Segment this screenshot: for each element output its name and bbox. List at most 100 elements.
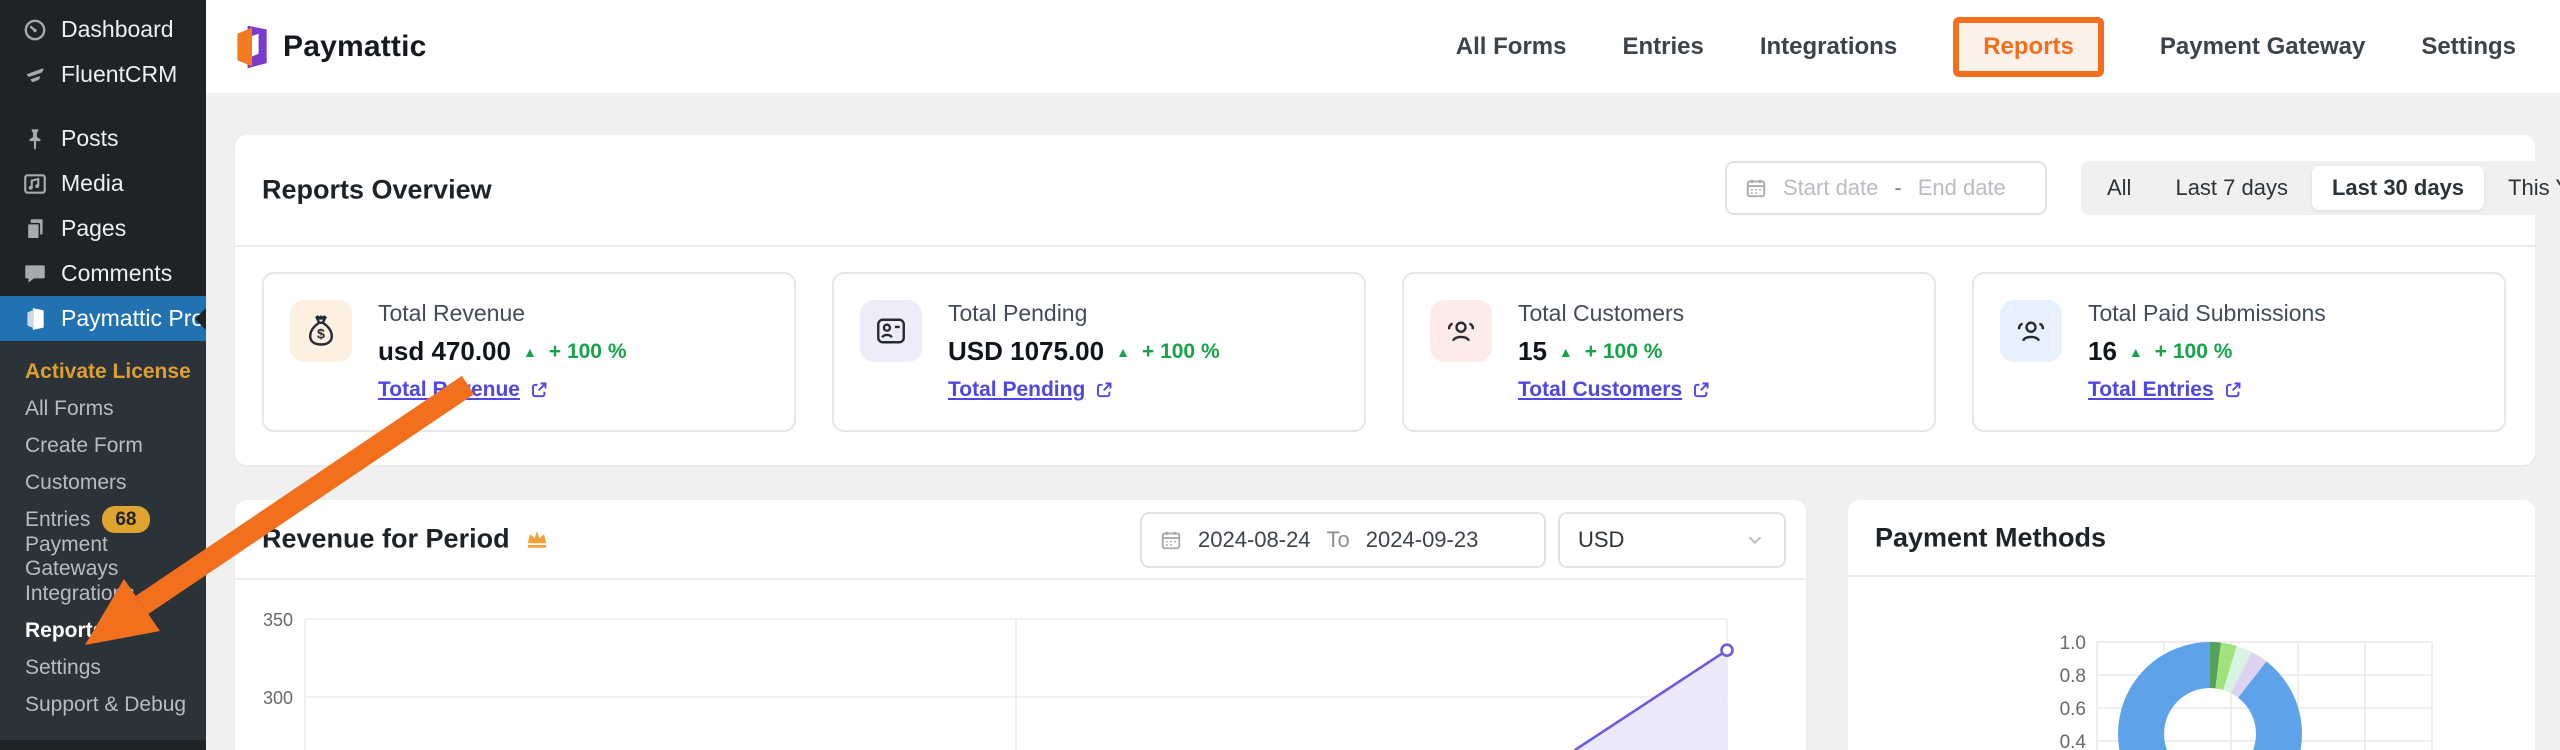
revenue-date-range-input[interactable]: 2024-08-24 To 2024-09-23 (1140, 512, 1546, 568)
range-button-this-year[interactable]: This Year (2488, 166, 2560, 210)
stat-link-total-customers[interactable]: Total Customers (1518, 378, 1711, 402)
sidebar-item-customers[interactable]: Customers (0, 464, 206, 501)
trend-up-icon: ▲ (1116, 343, 1130, 360)
sidebar-item-paymattic-pro[interactable]: Paymattic Pro (0, 296, 206, 341)
stat-content: Total Revenue usd 470.00 ▲ + 100 % Total… (378, 300, 627, 404)
submenu-label: Payment Gateways (25, 532, 119, 580)
sidebar-item-support-debug[interactable]: Support & Debug (0, 686, 206, 723)
trend-up-icon: ▲ (2128, 343, 2143, 360)
stat-link-label: Total Pending (948, 378, 1086, 401)
svg-text:$: $ (317, 327, 325, 343)
paymattic-reports-page: Dashboard FluentCRM Posts Media Pages Co… (0, 0, 2560, 750)
sidebar-item-comments[interactable]: Comments (0, 251, 206, 296)
sidebar-item-dashboard[interactable]: Dashboard (0, 7, 206, 52)
money-bag-icon: $ (290, 300, 352, 362)
tab-reports[interactable]: Reports (1953, 16, 2104, 77)
payment-methods-title: Payment Methods (1875, 522, 2107, 552)
sidebar-item-payment-gateways[interactable]: Payment Gateways (0, 533, 206, 580)
tab-all-forms[interactable]: All Forms (1456, 33, 1567, 61)
overview-header: Reports Overview Start date - End date A… (235, 135, 2560, 247)
start-date-placeholder: Start date (1783, 175, 1879, 200)
stat-change: + 100 % (548, 339, 627, 363)
date-to-label: To (1326, 527, 1350, 552)
stat-content: Total Pending USD 1075.00 ▲ + 100 % Tota… (948, 300, 1220, 404)
svg-text:0.4: 0.4 (2060, 732, 2087, 750)
pages-icon (26, 218, 43, 240)
sidebar-item-posts[interactable]: Posts (0, 116, 206, 161)
trend-up-icon: ▲ (522, 343, 537, 360)
sidebar-item-label: Pages (61, 215, 127, 241)
stat-value: USD 1075.00 (948, 336, 1105, 366)
stat-link-label: Total Customers (1518, 378, 1683, 401)
external-link-icon (1097, 382, 1112, 398)
submenu-label: All Forms (25, 396, 114, 420)
submenu-label: Integrations (25, 581, 135, 605)
sidebar-item-create-form[interactable]: Create Form (0, 427, 206, 464)
stat-card-total-revenue: $ Total Revenue usd 470.00 ▲ + 100 % Tot… (262, 272, 796, 432)
sidebar-item-media[interactable]: Media (0, 161, 206, 206)
comments-icon (25, 264, 45, 283)
revenue-start-date: 2024-08-24 (1198, 527, 1311, 552)
stat-link-total-pending[interactable]: Total Pending (948, 378, 1220, 402)
stat-card-total-customers: Total Customers 15 ▲ + 100 % Total Custo… (1402, 272, 1936, 432)
payment-methods-card: Payment Methods 1.0 0.8 0.6 0.4 (1848, 500, 2535, 750)
submenu-label: Settings (25, 655, 101, 679)
media-icon (24, 173, 46, 194)
tab-entries[interactable]: Entries (1622, 33, 1703, 61)
overview-date-range-input[interactable]: Start date - End date (1725, 161, 2047, 215)
pushpin-icon (29, 128, 41, 150)
entries-count-badge: 68 (102, 506, 150, 533)
sidebar-item-settings[interactable]: Settings (0, 649, 206, 686)
revenue-end-date: 2024-09-23 (1365, 527, 1479, 552)
sidebar-item-label: Paymattic Pro (61, 305, 205, 331)
chevron-down-icon (1748, 536, 1762, 545)
users-icon (2000, 300, 2062, 362)
stat-cards-row: $ Total Revenue usd 470.00 ▲ + 100 % Tot… (262, 272, 2506, 432)
id-card-icon (860, 300, 922, 362)
sidebar-item-activate-license[interactable]: Activate License (0, 353, 206, 390)
tab-payment-gateway[interactable]: Payment Gateway (2160, 33, 2365, 61)
stat-change: + 100 % (1584, 339, 1663, 363)
top-navigation: All Forms Entries Integrations Reports P… (1456, 16, 2560, 77)
svg-text:350: 350 (263, 610, 293, 630)
revenue-title: Revenue for Period (262, 523, 510, 554)
stat-value: usd 470.00 (378, 336, 511, 366)
revenue-for-period-card: Revenue for Period 2024-08-24 To 2024-09… (235, 500, 1806, 750)
sidebar-item-label: Posts (61, 125, 119, 151)
dashboard-icon (24, 19, 46, 40)
sidebar-item-pages[interactable]: Pages (0, 206, 206, 251)
calendar-icon (1161, 531, 1181, 550)
sidebar-item-reports[interactable]: Reports (0, 612, 206, 649)
tab-integrations[interactable]: Integrations (1760, 33, 1897, 61)
external-link-icon (1694, 382, 1709, 398)
svg-text:1.0: 1.0 (2060, 633, 2086, 654)
stat-link-total-revenue[interactable]: Total Revenue (378, 378, 627, 402)
end-date-placeholder: End date (1917, 175, 2006, 200)
stat-card-total-pending: Total Pending USD 1075.00 ▲ + 100 % Tota… (832, 272, 1366, 432)
revenue-header: Revenue for Period 2024-08-24 To 2024-09… (235, 500, 1806, 580)
range-button-last-30-days[interactable]: Last 30 days (2311, 166, 2485, 210)
crown-icon (527, 530, 546, 548)
customers-icon (1430, 300, 1492, 362)
sidebar-item-all-forms[interactable]: All Forms (0, 390, 206, 427)
stat-link-label: Total Revenue (378, 378, 520, 401)
stat-title: Total Paid Submissions (2088, 300, 2326, 326)
trend-up-icon: ▲ (1558, 343, 1573, 360)
stat-title: Total Revenue (378, 300, 526, 326)
tab-settings[interactable]: Settings (2421, 33, 2516, 61)
submenu-label: Activate License (25, 359, 191, 383)
stat-change: + 100 % (2154, 339, 2233, 363)
range-button-last-7-days[interactable]: Last 7 days (2155, 166, 2308, 210)
wp-admin-sidebar: Dashboard FluentCRM Posts Media Pages Co… (0, 0, 206, 750)
brand-name: Paymattic (283, 29, 427, 63)
stat-link-total-entries[interactable]: Total Entries (2088, 378, 2326, 402)
currency-select[interactable]: USD (1558, 512, 1786, 568)
stat-title: Total Pending (948, 300, 1088, 326)
sidebar-item-fluentcrm[interactable]: FluentCRM (0, 52, 206, 97)
submenu-label: Create Form (25, 433, 143, 457)
page-title: Reports Overview (262, 174, 492, 205)
sidebar-item-integrations[interactable]: Integrations (0, 575, 206, 612)
submenu-label: Support & Debug (25, 692, 187, 716)
range-button-all[interactable]: All (2087, 166, 2151, 210)
stat-link-label: Total Entries (2088, 378, 2214, 401)
